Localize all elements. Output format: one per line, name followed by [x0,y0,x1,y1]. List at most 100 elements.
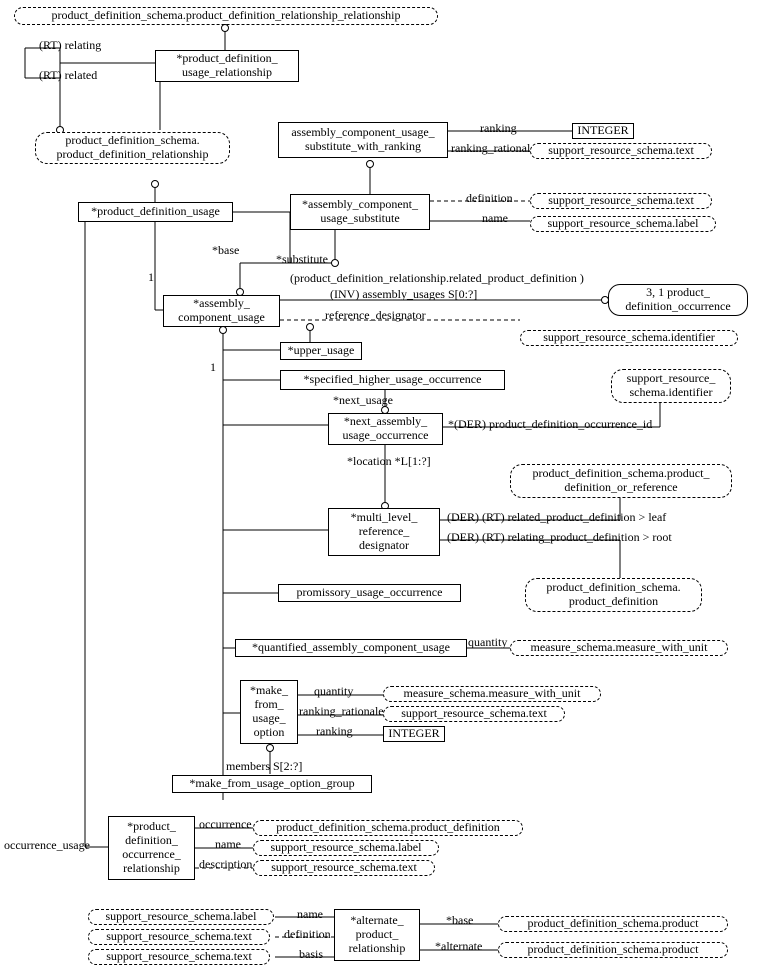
entity-mfuo: *make_ from_ usage_ option [240,680,298,744]
entity-srs-ident1: support_resource_schema.identifier [520,330,738,346]
label-base1: *base [212,243,239,258]
label-rt-related: (RT) related [39,68,97,83]
entity-pds-p1-label: product_definition_schema.product [528,917,699,931]
subtype-circle [221,24,229,32]
label-der-rt-related: (DER) (RT) related_product_definition > … [447,510,666,525]
entity-pds-pd2: product_definition_schema.product_defini… [253,820,523,836]
label-ref-des: reference_designator [325,308,426,323]
entity-srs-text3-label: support_resource_schema.text [401,707,547,721]
entity-mlrd: *multi_level_ reference_ designator [328,508,440,556]
entity-acu-label: *assembly_ component_usage [178,297,265,325]
entity-shuo-label: *specified_higher_usage_occurrence [304,373,482,387]
entity-pdu: *product_definition_usage [78,202,233,222]
label-base2: *base [446,913,473,928]
entity-srs-text2: support_resource_schema.text [530,193,712,209]
label-ranking2: ranking [316,724,353,739]
subtype-circle-2 [151,180,159,188]
entity-srs-text4: support_resource_schema.text [253,860,435,876]
entity-acuswr: assembly_component_usage_ substitute_wit… [278,122,448,158]
entity-apr-label: *alternate_ product_ relationship [349,914,406,955]
label-definition1: definition [466,191,513,206]
entity-pds-p2-label: product_definition_schema.product [528,943,699,957]
entity-qacu-label: *quantified_assembly_component_usage [252,641,450,655]
entity-mfuog: *make_from_usage_option_group [172,775,372,793]
entity-srs-text1: support_resource_schema.text [530,143,712,159]
entity-pdo: 3, 1 product_ definition_occurrence [608,284,748,316]
label-der-pdoi: *(DER) product_definition_occurrence_id [448,417,652,432]
entity-pdo-label: 3, 1 product_ definition_occurrence [625,286,730,314]
entity-qacu: *quantified_assembly_component_usage [235,639,467,657]
entity-srs-text4-label: support_resource_schema.text [271,861,417,875]
attr-circle-8 [266,744,274,752]
entity-pdu-label: *product_definition_usage [91,205,220,219]
label-occurrence: occurrence [199,817,252,832]
entity-srs-text5: support_resource_schema.text [88,929,270,945]
entity-pds-p1: product_definition_schema.product [498,916,728,932]
label-one-a: 1 [148,270,154,285]
entity-srs-text2-label: support_resource_schema.text [548,194,694,208]
attr-circle-2 [331,259,339,267]
label-inv-au: (INV) assembly_usages S[0:?] [330,287,477,302]
entity-acu: *assembly_ component_usage [163,295,280,327]
entity-acus: *assembly_component_ usage_substitute [290,194,430,230]
entity-srs-label3: support_resource_schema.label [88,909,274,925]
entity-pdrr: product_definition_schema.product_defini… [14,7,438,25]
entity-upper-usage: *upper_usage [280,342,362,360]
label-quantity2: quantity [314,684,353,699]
subtype-circle-bus [219,326,227,334]
entity-ms-mwu1: measure_schema.measure_with_unit [510,640,728,656]
attr-circle-4 [601,296,609,304]
entity-srs-text6: support_resource_schema.text [88,949,270,965]
entity-mfuog-label: *make_from_usage_option_group [189,777,354,791]
label-members: members S[2:?] [226,759,302,774]
entity-pdur-label: *product_definition_ usage_relationship [176,52,277,80]
entity-srs-ident2: support_resource_ schema.identifier [611,369,731,403]
label-prr: (product_definition_relationship.related… [290,271,584,286]
entity-pds-pd-label: product_definition_schema. product_defin… [546,581,680,609]
entity-pdur: *product_definition_ usage_relationship [155,50,299,82]
entity-srs-ident2-label: support_resource_ schema.identifier [627,372,716,400]
entity-integer1-label: INTEGER [577,124,628,138]
entity-pdor: *product_ definition_ occurrence_ relati… [108,816,195,880]
entity-nauo-label: *next_assembly_ usage_occurrence [343,415,429,443]
entity-acuswr-label: assembly_component_usage_ substitute_wit… [291,126,434,154]
entity-puo-label: promissory_usage_occurrence [297,586,443,600]
label-definition3: definition [284,927,331,942]
label-occurrence-usage: occurrence_usage [4,838,90,853]
label-ranking: ranking [480,121,517,136]
label-rt-relating: (RT) relating [39,38,101,53]
entity-ms-mwu2: measure_schema.measure_with_unit [383,686,601,702]
entity-srs-label1: support_resource_schema.label [530,216,716,232]
entity-integer2: INTEGER [383,726,445,742]
entity-pds-pdr-label: product_definition_schema. product_defin… [57,134,209,162]
label-name1: name [482,211,508,226]
label-basis: basis [299,947,323,962]
entity-pdor-label: *product_ definition_ occurrence_ relati… [122,820,181,875]
entity-mfuo-label: *make_ from_ usage_ option [250,684,288,739]
label-location: *location *L[1:?] [347,454,431,469]
entity-pds-p2: product_definition_schema.product [498,942,728,958]
subtype-circle-3 [366,160,374,168]
label-name2: name [215,837,241,852]
attr-circle-3 [236,288,244,296]
label-quantity1: quantity [468,635,507,650]
entity-acus-label: *assembly_component_ usage_substitute [302,198,418,226]
label-description2: description [199,857,252,872]
label-der-rt-relating: (DER) (RT) relating_product_definition >… [447,530,672,545]
entity-srs-label1-label: support_resource_schema.label [548,217,699,231]
attr-circle-5 [306,323,314,331]
entity-pdrr-label: product_definition_schema.product_defini… [52,9,401,23]
entity-puo: promissory_usage_occurrence [278,584,461,602]
entity-srs-ident1-label: support_resource_schema.identifier [543,331,715,345]
label-ranking-rationale1: ranking_rationale [451,141,536,156]
label-one-b: 1 [210,360,216,375]
entity-pds-pdor: product_definition_schema.product_ defin… [510,464,732,498]
entity-integer2-label: INTEGER [388,727,439,741]
entity-apr: *alternate_ product_ relationship [334,909,420,961]
label-name3: name [297,907,323,922]
entity-upper-usage-label: *upper_usage [288,344,355,358]
label-alternate: *alternate [435,939,482,954]
entity-mlrd-label: *multi_level_ reference_ designator [351,511,418,552]
entity-pds-pd2-label: product_definition_schema.product_defini… [276,821,500,835]
entity-pds-pdr: product_definition_schema. product_defin… [35,132,230,164]
